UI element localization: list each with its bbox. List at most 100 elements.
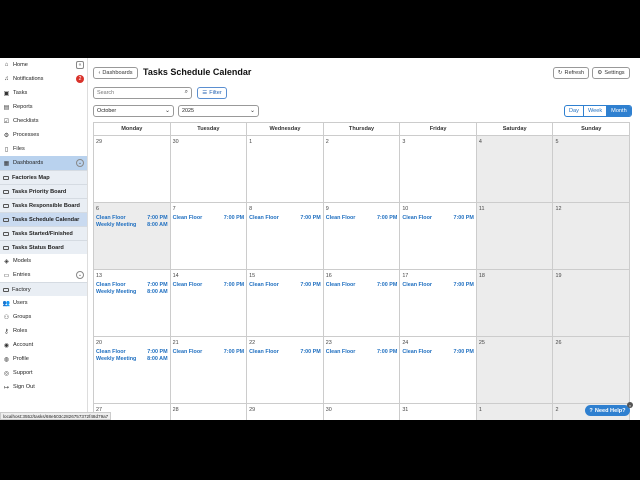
calendar-day-cell[interactable]: 9 Clean Floor 7:00 PM xyxy=(322,203,400,270)
sidebar-item-users[interactable]: 👥 Users xyxy=(0,296,87,310)
chevron-down-icon[interactable]: ⌄ xyxy=(76,271,84,279)
calendar-day-cell[interactable]: 6 Clean Floor 7:00 PM Weekly Meeting 8:00 AM xyxy=(93,203,170,270)
calendar-event[interactable]: Clean Floor 7:00 PM xyxy=(96,349,168,355)
calendar-day-cell[interactable]: 3 xyxy=(399,136,476,203)
sidebar-item-checklists[interactable]: ☑ Checklists xyxy=(0,114,87,128)
sidebar-item-entries[interactable]: ▭ Entries ⌄ xyxy=(0,268,87,282)
sidebar-item-dashboards[interactable]: ▦ Dashboards ⌄ xyxy=(0,156,87,170)
calendar-day-cell[interactable]: 20 Clean Floor 7:00 PM Weekly Meeting 8:00 A… xyxy=(93,337,170,404)
calendar-event[interactable]: Clean Floor 7:00 PM xyxy=(173,282,245,288)
filter-button[interactable]: ☰ Filter xyxy=(197,87,227,99)
sidebar-item-tasks-started-finished[interactable]: Tasks Started/Finished xyxy=(0,226,87,240)
sidebar-item-roles[interactable]: ⚷ Roles xyxy=(0,324,87,338)
calendar-event[interactable]: Clean Floor 7:00 PM xyxy=(96,282,168,288)
sidebar-item-tasks-status-board[interactable]: Tasks Status Board xyxy=(0,240,87,254)
calendar-day-cell[interactable]: 1 xyxy=(246,136,323,203)
calendar-day-cell[interactable]: 18 xyxy=(475,270,553,337)
calendar-event[interactable]: Weekly Meeting 8:00 AM xyxy=(96,289,168,295)
calendar-event[interactable]: Clean Floor 7:00 PM xyxy=(96,215,168,221)
sidebar-item-factory[interactable]: ▭Factory xyxy=(0,282,87,296)
calendar-event[interactable]: Clean Floor 7:00 PM xyxy=(402,215,474,221)
calendar-day-cell[interactable]: 31 xyxy=(399,404,476,420)
sidebar-item-home[interactable]: ⌂ Home « xyxy=(0,58,87,72)
signout-icon: ↦ xyxy=(3,384,10,391)
view-day-button[interactable]: Day xyxy=(565,106,584,116)
calendar-day-cell[interactable]: 7 Clean Floor 7:00 PM xyxy=(169,203,247,270)
sidebar-item-factories-map[interactable]: Factories Map xyxy=(0,170,87,184)
calendar-day-cell[interactable]: 14 Clean Floor 7:00 PM xyxy=(169,270,247,337)
settings-button[interactable]: ⚙ Settings xyxy=(592,67,630,79)
calendar-event[interactable]: Clean Floor 7:00 PM xyxy=(326,215,398,221)
calendar-event[interactable]: Clean Floor 7:00 PM xyxy=(173,349,245,355)
view-week-button[interactable]: Week xyxy=(584,106,608,116)
sidebar-item-tasks-responsible-board[interactable]: Tasks Responsible Board xyxy=(0,198,87,212)
calendar-event[interactable]: Clean Floor 7:00 PM xyxy=(249,282,321,288)
search-input[interactable]: Search ⌕ xyxy=(93,87,192,99)
sidebar-item-processes[interactable]: ⚙ Processes xyxy=(0,128,87,142)
sidebar-item-tasks-schedule-calendar[interactable]: Tasks Schedule Calendar xyxy=(0,212,87,226)
calendar-event[interactable]: Weekly Meeting 8:00 AM xyxy=(96,222,168,228)
event-time: 7:00 PM xyxy=(300,349,321,355)
calendar-event[interactable]: Clean Floor 7:00 PM xyxy=(402,349,474,355)
profile-icon: ◍ xyxy=(3,356,10,363)
sidebar-item-reports[interactable]: ▤ Reports xyxy=(0,100,87,114)
calendar-day-cell[interactable]: 29 xyxy=(93,136,170,203)
sidebar-item-account[interactable]: ◉ Account xyxy=(0,338,87,352)
calendar-day-cell[interactable]: 13 Clean Floor 7:00 PM Weekly Meeting 8:00 A… xyxy=(93,270,170,337)
sidebar-item-files[interactable]: ▯ Files xyxy=(0,142,87,156)
view-month-button[interactable]: Month xyxy=(607,106,631,116)
year-select[interactable]: 2025 ⌄ xyxy=(178,105,259,117)
calendar-day-cell[interactable]: 24 Clean Floor 7:00 PM xyxy=(399,337,476,404)
calendar-day-cell[interactable]: 11 xyxy=(475,203,553,270)
sidebar-item-notifications[interactable]: ♫ Notifications 2 xyxy=(0,72,87,86)
month-select[interactable]: October ⌄ xyxy=(93,105,174,117)
calendar-day-cell[interactable]: 19 xyxy=(552,270,631,337)
model-icon: ◈ xyxy=(4,258,9,265)
event-title: Clean Floor xyxy=(402,349,432,355)
close-icon[interactable]: × xyxy=(627,402,633,408)
calendar-day-cell[interactable]: 29 xyxy=(246,404,323,420)
calendar-day-cell[interactable]: 15 Clean Floor 7:00 PM xyxy=(246,270,323,337)
calendar-day-cell[interactable]: 30 xyxy=(322,404,400,420)
calendar-event[interactable]: Clean Floor 7:00 PM xyxy=(326,349,398,355)
calendar-event[interactable]: Clean Floor 7:00 PM xyxy=(326,282,398,288)
calendar-day-cell[interactable]: 5 xyxy=(552,136,631,203)
event-title: Clean Floor xyxy=(249,282,279,288)
calendar-event[interactable]: Weekly Meeting 8:00 AM xyxy=(96,356,168,362)
chevron-down-icon[interactable]: ⌄ xyxy=(76,159,84,167)
calendar-day-cell[interactable]: 23 Clean Floor 7:00 PM xyxy=(322,337,400,404)
calendar-day-cell[interactable]: 30 xyxy=(169,136,247,203)
sidebar-item-tasks-priority-board[interactable]: Tasks Priority Board xyxy=(0,184,87,198)
calendar-day-cell[interactable]: 16 Clean Floor 7:00 PM xyxy=(322,270,400,337)
sidebar-item-label: Profile xyxy=(13,356,29,362)
calendar-day-cell[interactable]: 28 xyxy=(169,404,247,420)
collapse-sidebar-icon[interactable]: « xyxy=(76,61,84,69)
calendar-day-cell[interactable]: 4 xyxy=(475,136,553,203)
calendar-event[interactable]: Clean Floor 7:00 PM xyxy=(249,215,321,221)
calendar-event[interactable]: Clean Floor 7:00 PM xyxy=(402,282,474,288)
calendar-day-cell[interactable]: 12 xyxy=(552,203,631,270)
calendar-day-cell[interactable]: 25 xyxy=(475,337,553,404)
sidebar-item-sign-out[interactable]: ↦ Sign Out xyxy=(0,380,87,394)
calendar-day-cell[interactable]: 17 Clean Floor 7:00 PM xyxy=(399,270,476,337)
calendar-event[interactable]: Clean Floor 7:00 PM xyxy=(249,349,321,355)
weekday-header: Monday Tuesday Wednesday Thursday Friday Satu… xyxy=(93,122,631,136)
calendar-day-cell[interactable]: 2 xyxy=(322,136,400,203)
need-help-button[interactable]: ? Need Help? xyxy=(585,405,630,416)
refresh-button[interactable]: ↻ Refresh xyxy=(553,67,589,79)
sidebar-item-models[interactable]: ◈ Models xyxy=(0,254,87,268)
back-to-dashboards-button[interactable]: ‹ Dashboards xyxy=(93,67,138,79)
sidebar-item-tasks[interactable]: ▣ Tasks xyxy=(0,86,87,100)
sidebar-item-support[interactable]: ◎ Support xyxy=(0,366,87,380)
calendar-day-cell[interactable]: 8 Clean Floor 7:00 PM xyxy=(246,203,323,270)
calendar-day-cell[interactable]: 1 xyxy=(475,404,553,420)
sidebar-item-profile[interactable]: ◍ Profile xyxy=(0,352,87,366)
day-number: 9 xyxy=(325,206,329,212)
sidebar-item-groups[interactable]: ⚇ Groups xyxy=(0,310,87,324)
calendar-event[interactable]: Clean Floor 7:00 PM xyxy=(173,215,245,221)
calendar-day-cell[interactable]: 10 Clean Floor 7:00 PM xyxy=(399,203,476,270)
calendar-day-cell[interactable]: 21 Clean Floor 7:00 PM xyxy=(169,337,247,404)
calendar-day-cell[interactable]: 26 xyxy=(552,337,631,404)
day-number: 1 xyxy=(478,407,482,413)
calendar-day-cell[interactable]: 22 Clean Floor 7:00 PM xyxy=(246,337,323,404)
